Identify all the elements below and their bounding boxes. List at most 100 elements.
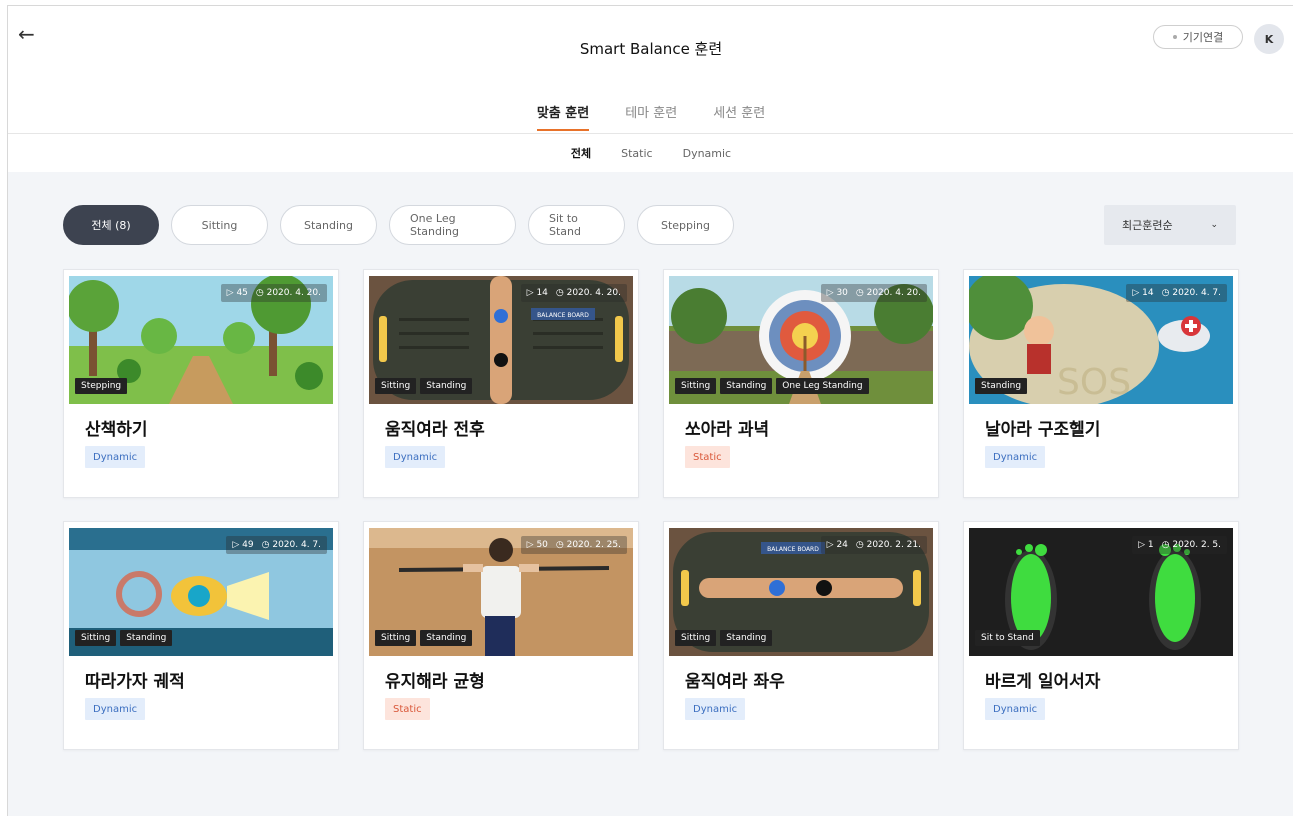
tag-list: Sitting Standing: [375, 378, 473, 394]
play-count: ▷ 50: [526, 540, 548, 550]
type-badge: Dynamic: [985, 698, 1046, 720]
header: ← Smart Balance 훈련 기기연결 K 맞춤 훈련 테마 훈련 세션…: [8, 6, 1293, 134]
last-played-date: ◷ 2020. 2. 21.: [855, 540, 921, 550]
tag: Sit to Stand: [975, 630, 1040, 646]
subtab-static[interactable]: Static: [621, 147, 652, 160]
sort-dropdown[interactable]: 최근훈련순 ⌄: [1104, 205, 1236, 245]
tag: Standing: [420, 378, 473, 394]
thumbnail-submarine: ▷ 49 ◷ 2020. 4. 7. Sitting Standing: [69, 528, 333, 656]
training-card-archery[interactable]: ▷ 30 ◷ 2020. 4. 20. Sitting Standing One Le…: [663, 269, 939, 498]
board-label: BALANCE BOARD: [767, 546, 819, 553]
filter-one-leg-standing[interactable]: One Leg Standing: [389, 205, 516, 245]
filter-standing[interactable]: Standing: [280, 205, 377, 245]
subtab-all[interactable]: 전체: [571, 145, 591, 161]
play-meta: ▷ 24 ◷ 2020. 2. 21.: [820, 536, 927, 554]
status-dot-icon: [1172, 35, 1177, 39]
tag-list: Sitting Standing: [75, 630, 173, 646]
type-badge: Static: [685, 446, 730, 468]
card-title: 유지해라 균형: [385, 672, 485, 692]
tag: Sitting: [675, 630, 717, 646]
tag: One Leg Standing: [776, 378, 869, 394]
device-connect-button[interactable]: 기기연결: [1153, 25, 1243, 49]
training-card-rescue-helicopter[interactable]: SOS ▷ 14 ◷ 2020. 4. 7. Standing 날아라 구조헬기 …: [963, 269, 1239, 498]
tag: Sitting: [75, 630, 117, 646]
thumbnail-rescue: SOS ▷ 14 ◷ 2020. 4. 7. Standing: [969, 276, 1233, 404]
play-count: ▷ 45: [226, 288, 248, 298]
play-count: ▷ 1: [1138, 540, 1154, 550]
tag: Stepping: [75, 378, 128, 394]
chevron-down-icon: ⌄: [1210, 220, 1218, 230]
tab-session-training[interactable]: 세션 훈련: [713, 102, 765, 131]
tag: Sitting: [675, 378, 717, 394]
type-badge: Dynamic: [385, 446, 446, 468]
training-card-keep-balance[interactable]: ▷ 50 ◷ 2020. 2. 25. Sitting Standing 유지해라 …: [363, 521, 639, 750]
play-meta: ▷ 49 ◷ 2020. 4. 7.: [226, 536, 327, 554]
tag: Standing: [720, 378, 773, 394]
device-connect-label: 기기연결: [1182, 31, 1224, 44]
type-badge: Static: [385, 698, 430, 720]
tag: Sitting: [375, 378, 417, 394]
play-meta: ▷ 14 ◷ 2020. 4. 7.: [1126, 284, 1227, 302]
training-card-follow-path[interactable]: ▷ 49 ◷ 2020. 4. 7. Sitting Standing 따라가자 궤…: [63, 521, 339, 750]
last-played-date: ◷ 2020. 4. 7.: [1161, 288, 1221, 298]
type-badge: Dynamic: [685, 698, 746, 720]
tag-list: Standing: [975, 378, 1028, 394]
play-count: ▷ 14: [1132, 288, 1154, 298]
tag: Standing: [720, 630, 773, 646]
thumbnail-balance-man: ▷ 50 ◷ 2020. 2. 25. Sitting Standing: [369, 528, 633, 656]
tag-list: Sit to Stand: [975, 630, 1040, 646]
play-count: ▷ 14: [526, 288, 548, 298]
thumbnail-forest: ▷ 45 ◷ 2020. 4. 20. Stepping: [69, 276, 333, 404]
thumbnail-board-vertical: BALANCE BOARD ▷ 14 ◷ 2020. 4. 20. Sitting…: [369, 276, 633, 404]
card-title: 산책하기: [85, 420, 148, 440]
filter-sit-to-stand[interactable]: Sit to Stand: [528, 205, 625, 245]
last-played-date: ◷ 2020. 4. 20.: [255, 288, 321, 298]
card-title: 움직여라 전후: [385, 420, 485, 440]
subtab-dynamic[interactable]: Dynamic: [683, 147, 732, 160]
last-played-date: ◷ 2020. 2. 5.: [1161, 540, 1221, 550]
training-card-stand-up-straight[interactable]: ▷ 1 ◷ 2020. 2. 5. Sit to Stand 바르게 일어서자 D…: [963, 521, 1239, 750]
board-label: BALANCE BOARD: [537, 312, 589, 319]
app-frame: ← Smart Balance 훈련 기기연결 K 맞춤 훈련 테마 훈련 세션…: [7, 5, 1293, 816]
filter-chips: 전체 (8) Sitting Standing One Leg Standing…: [63, 205, 734, 245]
training-card-walk[interactable]: ▷ 45 ◷ 2020. 4. 20. Stepping 산책하기 Dynamic: [63, 269, 339, 498]
card-title: 쏘아라 과녁: [685, 420, 770, 440]
tag: Standing: [120, 630, 173, 646]
tag: Standing: [420, 630, 473, 646]
sub-tabs: 전체 Static Dynamic: [8, 134, 1293, 172]
tag: Sitting: [375, 630, 417, 646]
tag-list: Stepping: [75, 378, 128, 394]
tab-custom-training[interactable]: 맞춤 훈련: [536, 102, 590, 131]
play-meta: ▷ 30 ◷ 2020. 4. 20.: [820, 284, 927, 302]
tag-list: Sitting Standing: [375, 630, 473, 646]
training-card-move-forward-back[interactable]: BALANCE BOARD ▷ 14 ◷ 2020. 4. 20. Sitting…: [363, 269, 639, 498]
thumbnail-board-horizontal: BALANCE BOARD ▷ 24 ◷ 2020. 2. 21. Sitting…: [669, 528, 933, 656]
training-card-move-left-right[interactable]: BALANCE BOARD ▷ 24 ◷ 2020. 2. 21. Sitting…: [663, 521, 939, 750]
last-played-date: ◷ 2020. 4. 7.: [261, 540, 321, 550]
last-played-date: ◷ 2020. 4. 20.: [855, 288, 921, 298]
tag-list: Sitting Standing One Leg Standing: [675, 378, 869, 394]
svg-text:SOS: SOS: [1057, 362, 1131, 403]
play-meta: ▷ 45 ◷ 2020. 4. 20.: [220, 284, 327, 302]
play-meta: ▷ 14 ◷ 2020. 4. 20.: [520, 284, 627, 302]
avatar[interactable]: K: [1254, 24, 1284, 54]
last-played-date: ◷ 2020. 2. 25.: [555, 540, 621, 550]
play-meta: ▷ 50 ◷ 2020. 2. 25.: [520, 536, 627, 554]
filter-all[interactable]: 전체 (8): [63, 205, 159, 245]
type-badge: Dynamic: [85, 698, 146, 720]
tag-list: Sitting Standing: [675, 630, 773, 646]
content-area: 전체 (8) Sitting Standing One Leg Standing…: [8, 172, 1293, 816]
card-title: 바르게 일어서자: [985, 672, 1101, 692]
thumbnail-feet: ▷ 1 ◷ 2020. 2. 5. Sit to Stand: [969, 528, 1233, 656]
filter-sitting[interactable]: Sitting: [171, 205, 268, 245]
card-title: 움직여라 좌우: [685, 672, 785, 692]
filter-stepping[interactable]: Stepping: [637, 205, 734, 245]
type-badge: Dynamic: [85, 446, 146, 468]
last-played-date: ◷ 2020. 4. 20.: [555, 288, 621, 298]
play-count: ▷ 30: [826, 288, 848, 298]
type-badge: Dynamic: [985, 446, 1046, 468]
tab-theme-training[interactable]: 테마 훈련: [625, 102, 677, 131]
training-grid: ▷ 45 ◷ 2020. 4. 20. Stepping 산책하기 Dynamic: [63, 269, 1239, 750]
card-title: 따라가자 궤적: [85, 672, 185, 692]
thumbnail-archery: ▷ 30 ◷ 2020. 4. 20. Sitting Standing One Le…: [669, 276, 933, 404]
